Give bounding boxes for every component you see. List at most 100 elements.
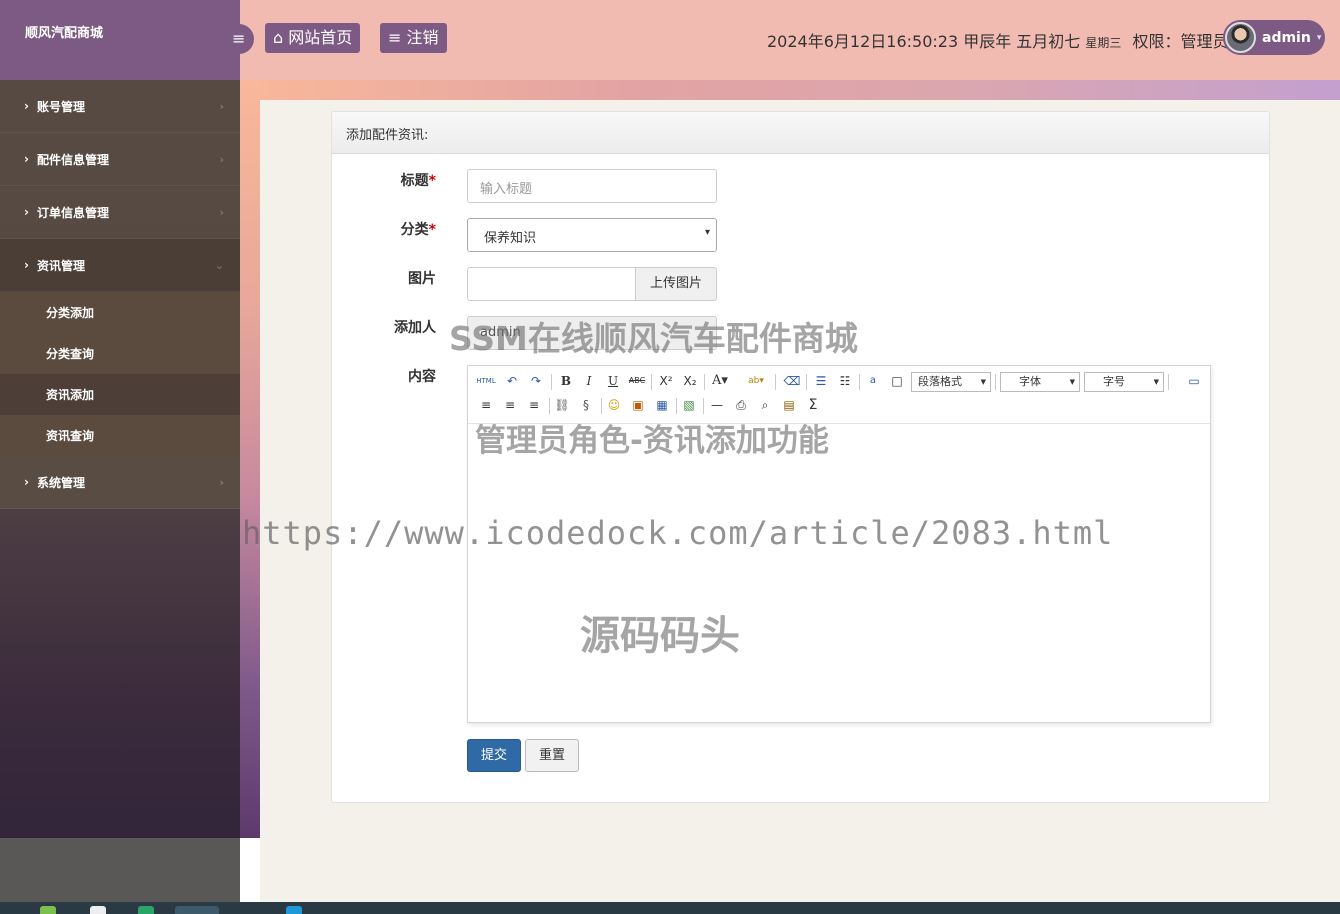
caret-down-icon: ▾ — [1316, 32, 1322, 43]
weekday: 星期三 — [1085, 36, 1122, 50]
align-left-icon[interactable]: ≡ — [476, 395, 496, 415]
strikethrough-icon[interactable]: ABC — [627, 371, 647, 391]
font-color-icon[interactable]: A▾ — [710, 371, 730, 391]
chevron-right-icon: › — [24, 475, 29, 489]
datetime: 2024年6月12日16:50:23 甲辰年 五月初七 — [767, 32, 1081, 51]
toolbar-separator — [551, 374, 552, 390]
bars-icon: ≡ — [388, 28, 402, 47]
print-icon[interactable]: ⎙ — [731, 395, 751, 415]
content-gap — [240, 838, 260, 902]
formula-icon[interactable]: Σ — [803, 395, 823, 415]
image-icon[interactable]: ▣ — [628, 395, 648, 415]
title-input[interactable]: 输入标题 — [467, 169, 717, 203]
chevron-right-icon: › — [24, 205, 29, 219]
html-source-icon[interactable]: HTML — [476, 371, 496, 391]
link-icon[interactable]: ⛓ — [552, 395, 572, 415]
emoji-icon[interactable]: ☺ — [604, 395, 624, 415]
upload-image-button[interactable]: 上传图片 — [635, 267, 717, 301]
bars-icon: ≡ — [232, 29, 246, 48]
toolbar-separator — [703, 398, 704, 414]
app-icon[interactable] — [286, 906, 302, 914]
align-right-icon[interactable]: ≡ — [524, 395, 544, 415]
italic-icon[interactable]: I — [579, 371, 599, 391]
chevron-down-icon: ⌄ — [214, 258, 224, 272]
watermark-url: https://www.icodedock.com/article/2083.h… — [242, 514, 1114, 552]
image-label: 图片 — [408, 271, 436, 287]
sidebar-subitem-category-add[interactable]: 分类添加 — [0, 292, 240, 333]
role-label: 权限：管理员 — [1132, 32, 1229, 51]
sidebar: 顺风汽配商城 › 账号管理 › › 配件信息管理 › › 订单信息管理 › › … — [0, 0, 240, 838]
unlink-icon[interactable]: § — [576, 395, 596, 415]
toolbar-separator — [859, 374, 860, 390]
unordered-list-icon[interactable]: ☷ — [835, 371, 855, 391]
toolbar-separator — [676, 398, 677, 414]
toolbar-separator — [775, 374, 776, 390]
logout-button[interactable]: ≡ 注销 — [380, 23, 447, 53]
home-icon: ⌂ — [273, 28, 284, 47]
redo-icon[interactable]: ↷ — [526, 371, 546, 391]
image-path-input[interactable] — [467, 267, 636, 301]
chevron-right-icon: › — [24, 152, 29, 166]
home-button-label: 网站首页 — [288, 28, 353, 47]
sidebar-item-label: 账号管理 — [36, 99, 85, 114]
sidebar-item-orders[interactable]: › 订单信息管理 › — [0, 186, 240, 239]
sidebar-item-label: 系统管理 — [36, 475, 85, 490]
ordered-list-icon[interactable]: ☰ — [811, 371, 831, 391]
sidebar-subitem-category-query[interactable]: 分类查询 — [0, 333, 240, 374]
chevron-right-icon: › — [219, 99, 224, 113]
sidebar-item-label: 订单信息管理 — [36, 205, 109, 220]
toolbar-separator — [806, 374, 807, 390]
toolbar-separator — [601, 398, 602, 414]
paste-icon[interactable]: ▤ — [779, 395, 799, 415]
preview-icon[interactable]: ⌕ — [755, 395, 775, 415]
image-upload: 上传图片 — [467, 267, 717, 301]
author-label: 添加人 — [394, 320, 436, 336]
highlight-icon[interactable]: ab▾ — [746, 371, 766, 391]
sidebar-item-parts[interactable]: › 配件信息管理 › — [0, 133, 240, 186]
username: admin — [1262, 29, 1311, 46]
toolbar-separator — [995, 374, 996, 390]
superscript-icon[interactable]: X² — [656, 371, 676, 391]
reset-button[interactable]: 重置 — [525, 739, 579, 772]
align-center-icon[interactable]: ≡ — [500, 395, 520, 415]
underline-icon[interactable]: U — [603, 371, 623, 391]
app-icon[interactable] — [40, 906, 56, 914]
submit-button[interactable]: 提交 — [467, 739, 521, 772]
font-size-select[interactable]: 字号 ▼ — [1084, 372, 1164, 392]
home-button[interactable]: ⌂ 网站首页 — [265, 23, 361, 53]
sidebar-item-system[interactable]: › 系统管理 › — [0, 456, 240, 509]
video-icon[interactable]: ▦ — [652, 395, 672, 415]
sidebar-subitem-news-query[interactable]: 资讯查询 — [0, 415, 240, 456]
toolbar-separator — [704, 374, 705, 390]
select-all-icon[interactable]: a — [863, 371, 883, 391]
watermark-title: SSM在线顺风汽车配件商城 — [449, 319, 858, 358]
app-icon[interactable] — [175, 906, 219, 914]
subscript-icon[interactable]: X₂ — [680, 371, 700, 391]
chevron-right-icon: › — [24, 99, 29, 113]
category-label: 分类* — [400, 222, 436, 238]
clear-doc-icon[interactable]: □ — [887, 371, 907, 391]
chevron-down-icon: ▾ — [704, 227, 710, 238]
top-header: ⌂ 网站首页 ≡ 注销 2024年6月12日16:50:23 甲辰年 五月初七 … — [240, 0, 1340, 80]
gallery-icon[interactable]: ▧ — [679, 395, 699, 415]
sidebar-subitem-news-add[interactable]: 资讯添加 — [0, 374, 240, 415]
category-select[interactable]: 保养知识 ▾ — [467, 218, 717, 252]
undo-icon[interactable]: ↶ — [502, 371, 522, 391]
fullscreen-icon[interactable]: ▭ — [1184, 371, 1204, 391]
sidebar-toggle-button[interactable]: ≡ — [222, 24, 254, 54]
horizontal-rule-icon[interactable]: — — [707, 395, 727, 415]
app-icon[interactable] — [90, 906, 106, 914]
sidebar-item-account[interactable]: › 账号管理 › — [0, 80, 240, 133]
watermark-subtitle: 管理员角色-资讯添加功能 — [475, 423, 829, 459]
user-menu[interactable]: admin ▾ — [1223, 20, 1325, 55]
sidebar-item-news[interactable]: › 资讯管理 ⌄ — [0, 239, 240, 292]
paragraph-format-select[interactable]: 段落格式 ▼ — [911, 372, 991, 392]
chevron-right-icon: › — [219, 152, 224, 166]
toolbar-separator — [549, 398, 550, 414]
avatar — [1225, 22, 1256, 53]
font-family-select[interactable]: 字体 ▼ — [1000, 372, 1080, 392]
app-icon[interactable] — [138, 906, 154, 914]
bold-icon[interactable]: B — [556, 371, 576, 391]
chevron-right-icon: › — [219, 475, 224, 489]
eraser-icon[interactable]: ⌫ — [782, 371, 802, 391]
